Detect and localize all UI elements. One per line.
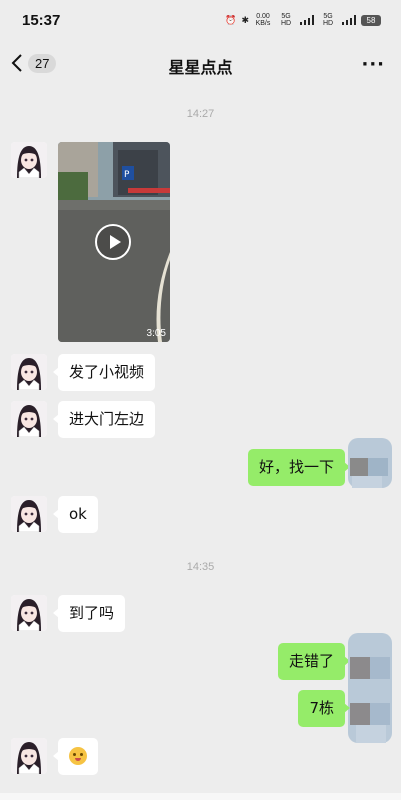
unread-badge: 27 [28,53,57,73]
message-bubble[interactable]: 发了小视频 [52,354,156,391]
avatar[interactable] [11,738,47,774]
more-icon[interactable]: ··· [361,54,385,75]
avatar-image [11,595,47,631]
signal-label-1: 5G HD [280,13,292,27]
message-bubble[interactable]: 到了吗 [52,595,126,632]
avatar-image-blurred [348,438,392,488]
avatar-image [11,401,47,437]
alarm-icon: ⏰ [225,14,237,25]
play-icon[interactable] [95,224,131,260]
message-bubble[interactable]: 进大门左边 [52,401,156,438]
chat-title: 星星点点 [168,58,233,77]
avatar-image [11,738,47,774]
status-bar: 15:37 ⏰ ✱ 0.00 KB/s 5G HD 5G HD 58 [0,0,401,40]
avatar-image [11,142,47,178]
video-message[interactable]: P 3:05 [58,142,170,342]
avatar-image-blurred [348,633,392,743]
bluetooth-icon: ✱ [241,14,249,25]
my-avatar[interactable] [348,633,392,743]
avatar[interactable] [11,142,47,178]
avatar[interactable] [11,354,47,390]
status-time: 15:37 [22,11,61,29]
blushing-face-emoji [69,747,87,765]
message-bubble-outgoing[interactable]: 7栋 [298,690,350,727]
back-button[interactable]: 27 [10,52,57,74]
avatar[interactable] [11,401,47,437]
status-icons: ⏰ ✱ 0.00 KB/s 5G HD 5G HD 58 [225,13,381,27]
back-icon [11,54,22,72]
timestamp: 14:35 [186,561,215,573]
avatar-image [11,354,47,390]
avatar[interactable] [11,595,47,631]
video-duration: 3:05 [146,328,166,339]
avatar-image [11,496,47,532]
avatar[interactable] [11,496,47,532]
signal-icon-2 [342,15,356,25]
battery-icon: 58 [361,14,381,26]
net-speed: 0.00 KB/s [255,13,271,27]
input-bar-edge [0,793,401,800]
message-bubble-emoji[interactable] [53,738,98,775]
timestamp: 14:27 [186,108,215,120]
message-bubble-outgoing[interactable]: 好，找一下 [247,449,351,486]
my-avatar[interactable] [348,438,392,488]
signal-label-2: 5G HD [322,13,334,27]
signal-icon [300,15,314,25]
chat-header: 27 星星点点 ··· [0,40,401,92]
message-bubble[interactable]: ok [53,496,98,533]
svg-text:P: P [124,170,130,180]
message-bubble-outgoing[interactable]: 走错了 [277,643,351,680]
